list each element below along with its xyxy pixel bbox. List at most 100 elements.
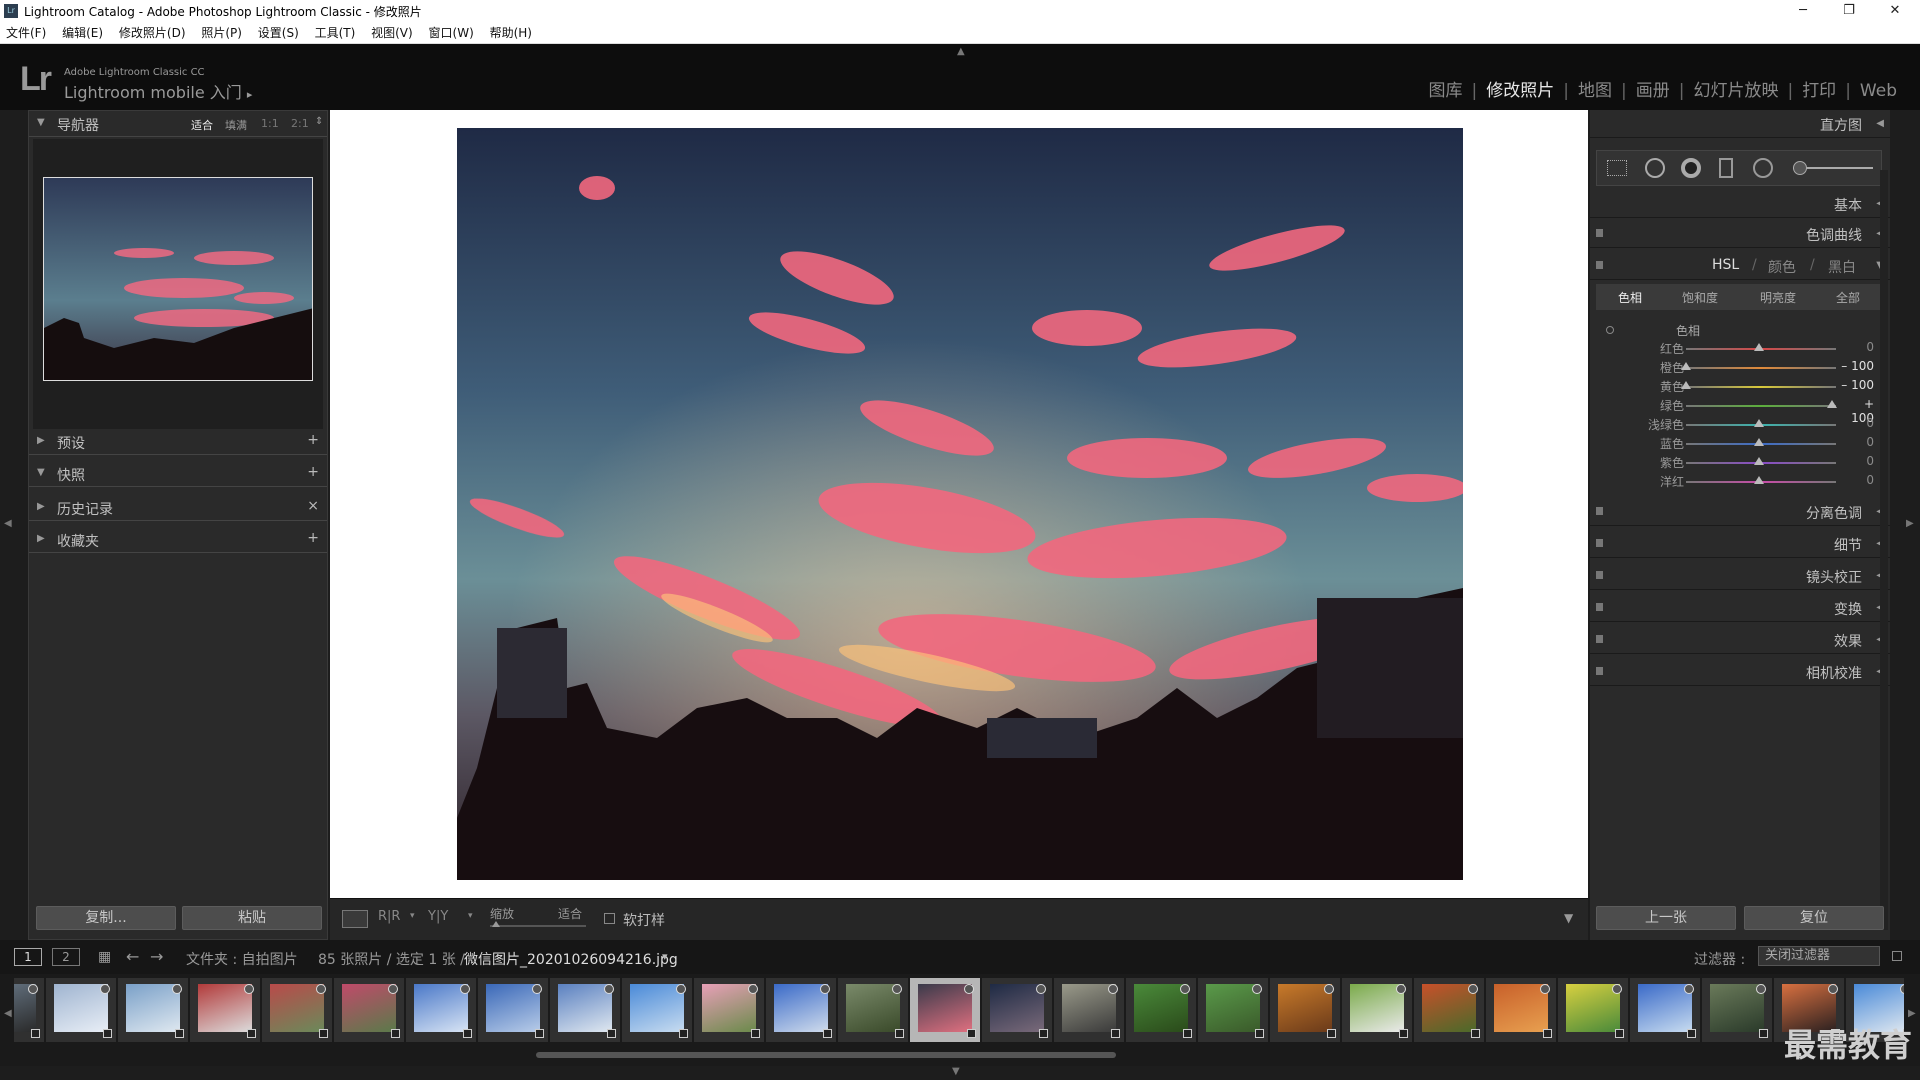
filmstrip-thumbnail[interactable] (46, 978, 116, 1042)
filmstrip-thumbnail[interactable] (262, 978, 332, 1042)
lens-corrections-header[interactable]: 镜头校正 ◀ (1590, 562, 1890, 590)
red-eye-icon[interactable] (1681, 158, 1701, 178)
presets-header[interactable]: ▶ 预设 + (29, 429, 327, 455)
filmstrip-scrollbar[interactable] (536, 1052, 1116, 1058)
filmstrip-thumbnail[interactable] (1054, 978, 1124, 1042)
menu-view[interactable]: 视图(V) (365, 22, 419, 44)
copy-settings-button[interactable]: 复制... (36, 906, 176, 930)
zoom-fill[interactable]: 填满 (225, 117, 247, 133)
quick-collection-icon[interactable] (1756, 984, 1766, 994)
quick-collection-icon[interactable] (748, 984, 758, 994)
quick-collection-icon[interactable] (532, 984, 542, 994)
navigator-thumbnail[interactable] (43, 177, 313, 381)
filmstrip-thumbnail[interactable] (838, 978, 908, 1042)
module-print[interactable]: 打印 (1793, 81, 1845, 101)
quick-collection-icon[interactable] (1468, 984, 1478, 994)
menu-develop[interactable]: 修改照片(D) (113, 22, 192, 44)
panel-toggle-icon[interactable] (1596, 507, 1603, 515)
slider-knob[interactable] (1754, 438, 1764, 446)
before-after-yy-button[interactable]: Y|Y (428, 909, 448, 924)
quick-collection-icon[interactable] (244, 984, 254, 994)
collapse-top-icon[interactable]: ▲ (957, 46, 965, 57)
quick-collection-icon[interactable] (1036, 984, 1046, 994)
filmstrip-thumbnail[interactable] (1702, 978, 1772, 1042)
secondary-window-button[interactable]: 2 (52, 948, 80, 966)
quick-collection-icon[interactable] (1540, 984, 1550, 994)
paste-settings-button[interactable]: 粘贴 (182, 906, 322, 930)
add-preset-icon[interactable]: + (307, 432, 319, 448)
panel-toggle-icon[interactable] (1596, 603, 1603, 611)
filmstrip-thumbnail[interactable] (1486, 978, 1556, 1042)
quick-collection-icon[interactable] (1396, 984, 1406, 994)
quick-collection-icon[interactable] (604, 984, 614, 994)
add-snapshot-icon[interactable]: + (307, 464, 319, 480)
slider-knob[interactable] (1681, 381, 1691, 389)
filmstrip-thumbnail[interactable] (550, 978, 620, 1042)
quick-collection-icon[interactable] (460, 984, 470, 994)
filmstrip-thumbnail[interactable] (622, 978, 692, 1042)
filmstrip-thumbnail[interactable] (334, 978, 404, 1042)
close-button[interactable]: ✕ (1872, 0, 1918, 22)
back-arrow-icon[interactable]: ← (126, 947, 139, 966)
histogram-header[interactable]: 直方图 ◀ (1590, 110, 1890, 138)
filter-lock-icon[interactable] (1892, 951, 1902, 961)
filmstrip-thumbnail[interactable] (1558, 978, 1628, 1042)
color-tab[interactable]: 颜色 (1768, 257, 1796, 277)
history-header[interactable]: ▶ 历史记录 × (29, 495, 327, 521)
slider-track[interactable] (1686, 386, 1836, 388)
panel-toggle-icon[interactable] (1596, 635, 1603, 643)
zoom-2-1[interactable]: 2:1 (291, 117, 309, 130)
slider-track[interactable] (1686, 367, 1836, 369)
filmstrip-thumbnail[interactable] (478, 978, 548, 1042)
menu-photo[interactable]: 照片(P) (195, 22, 248, 44)
slider-value[interactable]: 0 (1838, 473, 1874, 487)
module-develop[interactable]: 修改照片 (1477, 81, 1563, 101)
slider-knob[interactable] (1754, 419, 1764, 427)
quick-collection-icon[interactable] (1324, 984, 1334, 994)
minimize-button[interactable]: ─ (1780, 0, 1826, 22)
filmstrip-thumbnail[interactable] (1414, 978, 1484, 1042)
dropdown-icon[interactable]: ▾ (468, 911, 473, 921)
quick-collection-icon[interactable] (1612, 984, 1622, 994)
filmstrip-thumbnail[interactable] (910, 978, 980, 1042)
spot-removal-icon[interactable] (1645, 158, 1665, 178)
module-library[interactable]: 图库 (1420, 81, 1472, 101)
snapshots-header[interactable]: ▼ 快照 + (29, 461, 327, 487)
slider-value[interactable]: – 100 (1838, 378, 1874, 392)
navigator-header[interactable]: ▼ 导航器 适合 填满 1:1 2:1 ⇕ (29, 111, 327, 137)
slider-value[interactable]: 0 (1838, 340, 1874, 354)
right-panel-scrollbar[interactable] (1880, 170, 1888, 930)
slider-value[interactable]: – 100 (1838, 359, 1874, 373)
saturation-subtab[interactable]: 饱和度 (1682, 289, 1718, 306)
menu-edit[interactable]: 编辑(E) (56, 22, 109, 44)
luminance-subtab[interactable]: 明亮度 (1760, 289, 1796, 306)
collapse-left-icon[interactable]: ◀ (4, 518, 12, 529)
slider-knob[interactable] (1754, 476, 1764, 484)
filmstrip-thumbnail[interactable] (982, 978, 1052, 1042)
toolbar-menu-icon[interactable]: ▼ (1564, 911, 1573, 925)
quick-collection-icon[interactable] (964, 984, 974, 994)
quick-collection-icon[interactable] (388, 984, 398, 994)
module-map[interactable]: 地图 (1569, 81, 1621, 101)
panel-toggle-icon[interactable] (1596, 571, 1603, 579)
transform-header[interactable]: 变换 ◀ (1590, 594, 1890, 622)
clear-history-icon[interactable]: × (307, 498, 319, 514)
scroll-right-icon[interactable]: ▶ (1908, 1008, 1916, 1019)
primary-window-button[interactable]: 1 (14, 948, 42, 966)
grid-icon[interactable]: ▦ (98, 949, 111, 965)
dropdown-icon[interactable]: ▾ (410, 911, 415, 921)
quick-collection-icon[interactable] (100, 984, 110, 994)
filter-select[interactable]: 关闭过滤器 (1758, 946, 1880, 966)
zoom-stepper-icon[interactable]: ⇕ (315, 116, 323, 127)
slider-value[interactable]: 0 (1838, 416, 1874, 430)
filmstrip-thumbnail[interactable] (406, 978, 476, 1042)
before-after-button[interactable]: R|R (378, 909, 400, 924)
slider-knob[interactable] (1681, 362, 1691, 370)
source-label[interactable]: 文件夹 : 自拍图片 (186, 949, 298, 969)
filmstrip-thumbnail[interactable] (190, 978, 260, 1042)
module-web[interactable]: Web (1851, 81, 1906, 101)
filename-dropdown-icon[interactable]: ▾ (662, 950, 668, 963)
bw-tab[interactable]: 黑白 (1828, 257, 1856, 277)
filmstrip-thumbnail[interactable] (1630, 978, 1700, 1042)
hue-subtab[interactable]: 色相 (1618, 289, 1642, 306)
